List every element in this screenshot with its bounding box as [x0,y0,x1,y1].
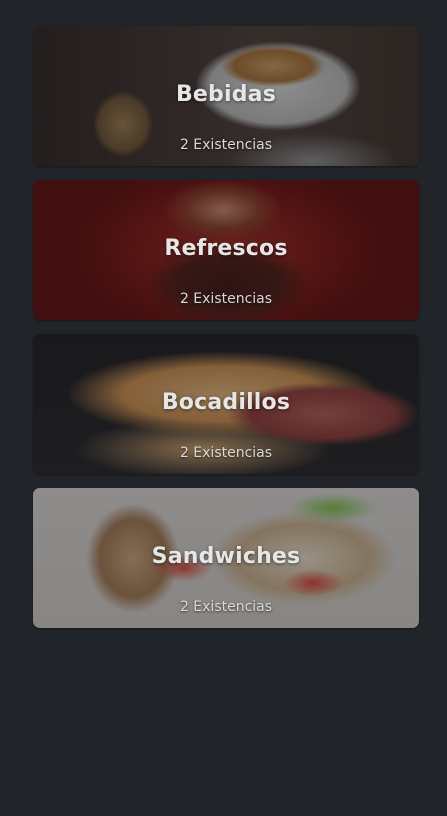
category-stock-count: 2 Existencias [179,599,273,615]
category-stock-count: 2 Existencias [179,291,273,307]
category-list: Bebidas 2 Existencias Refrescos 2 Existe… [33,26,419,642]
category-stock-count: 2 Existencias [179,445,273,461]
category-title: Bebidas [175,82,277,107]
category-card-bocadillos[interactable]: Bocadillos 2 Existencias [33,334,419,474]
category-card-bebidas[interactable]: Bebidas 2 Existencias [33,26,419,166]
category-card-sandwiches[interactable]: Sandwiches 2 Existencias [33,488,419,628]
category-stock-count: 2 Existencias [179,137,273,153]
category-title: Sandwiches [151,544,301,569]
category-title: Refrescos [164,236,288,261]
category-title: Bocadillos [161,390,291,415]
category-card-refrescos[interactable]: Refrescos 2 Existencias [33,180,419,320]
